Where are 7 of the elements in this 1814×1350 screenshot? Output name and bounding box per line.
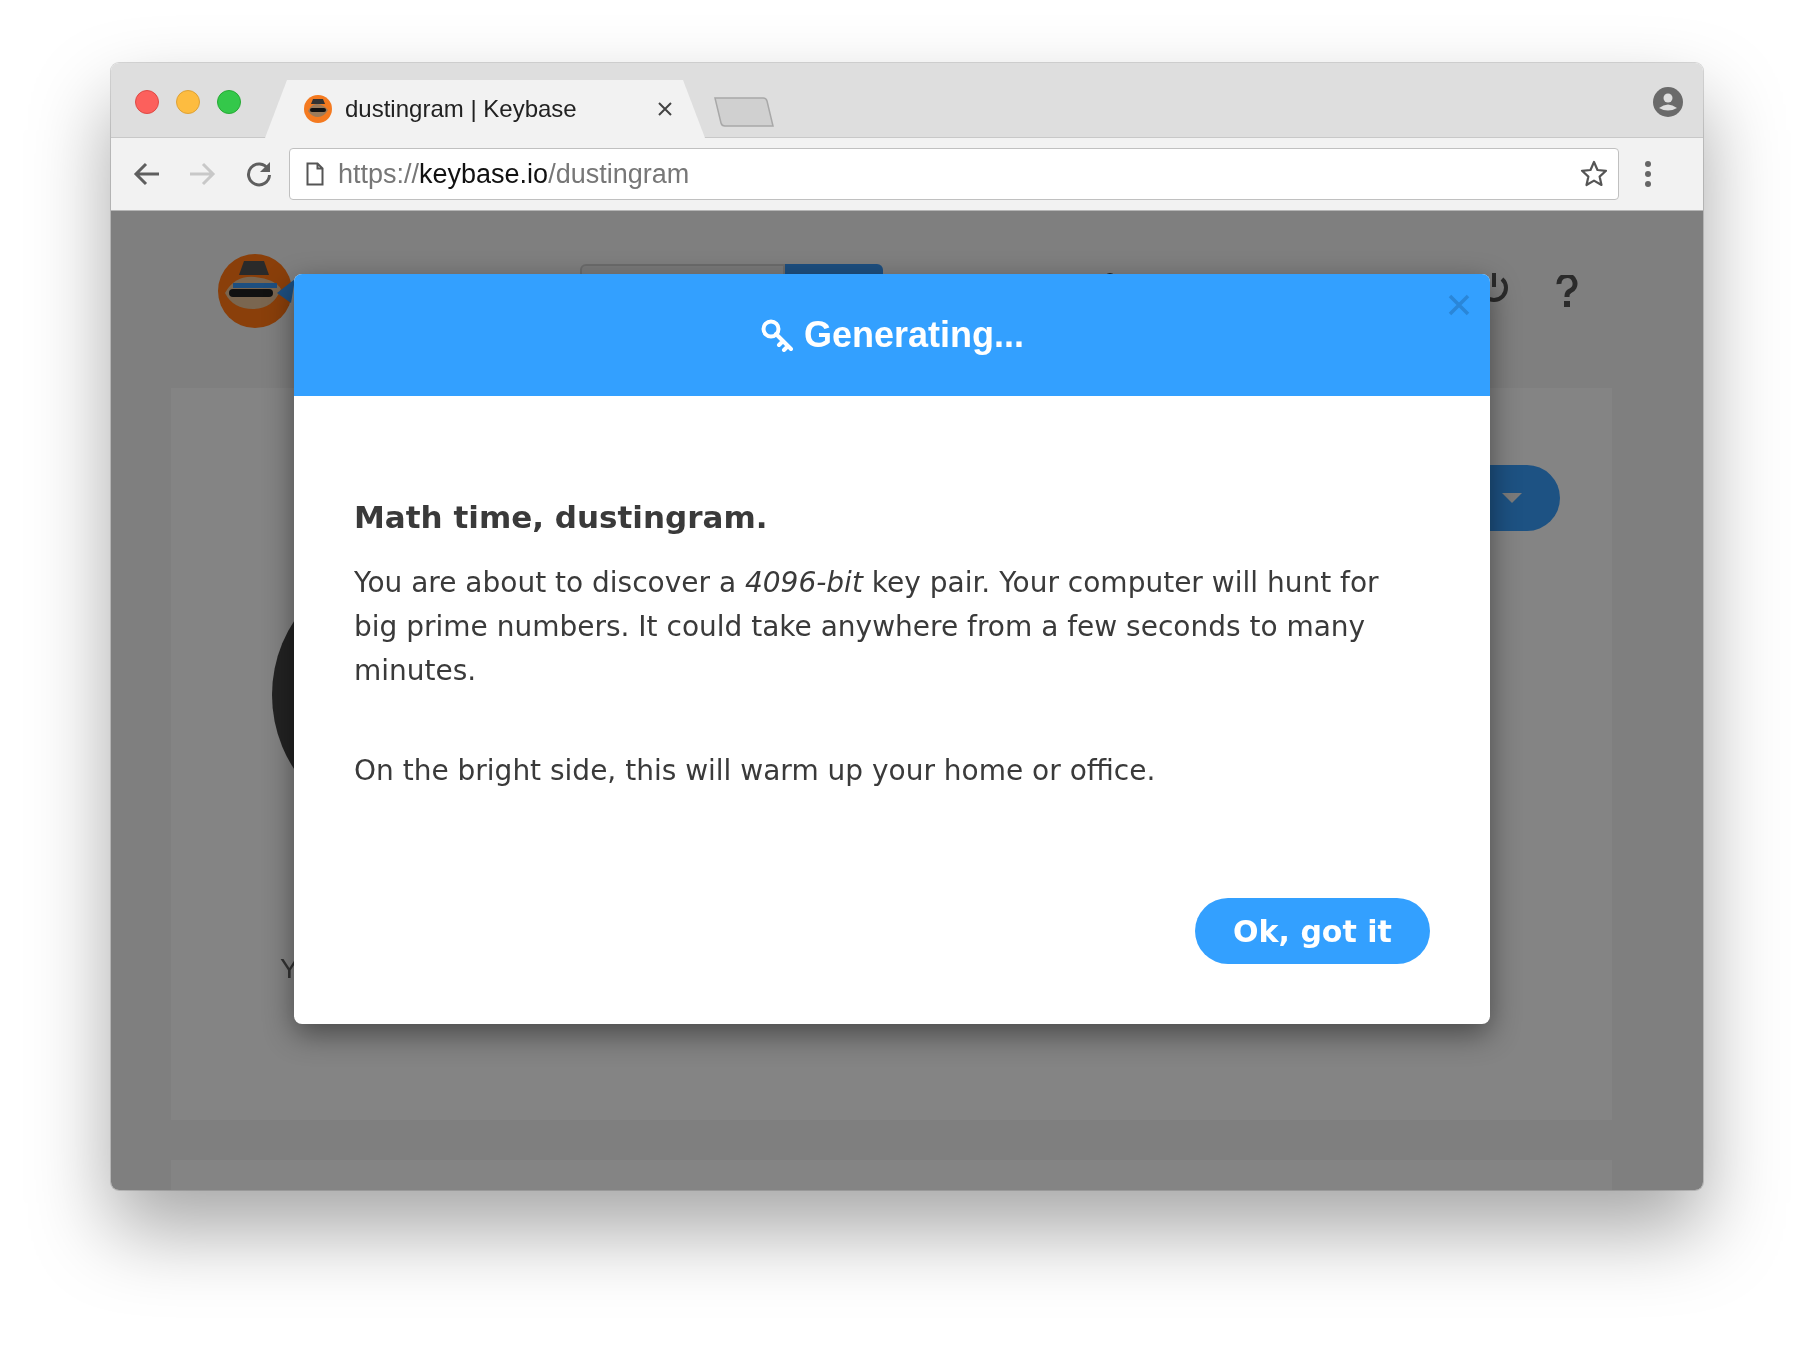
modal-title: Generating...	[803, 314, 1024, 356]
modal-paragraph: On the bright side, this will warm up your home or office.	[354, 753, 1157, 789]
modal-heading: Math time, dustingram.	[354, 499, 769, 535]
address-bar[interactable]: https://keybase.io/dustingram	[289, 148, 1619, 200]
browser-tab[interactable]: dustingram | Keybase	[265, 80, 705, 138]
url-text: https://keybase.io/dustingram	[338, 158, 691, 190]
modal-paragraph: You are about to discover a 4096-bit key pair. Your computer will hunt for big prime numbers. It could take anywhere from a few seconds to many minutes.	[354, 565, 1380, 689]
